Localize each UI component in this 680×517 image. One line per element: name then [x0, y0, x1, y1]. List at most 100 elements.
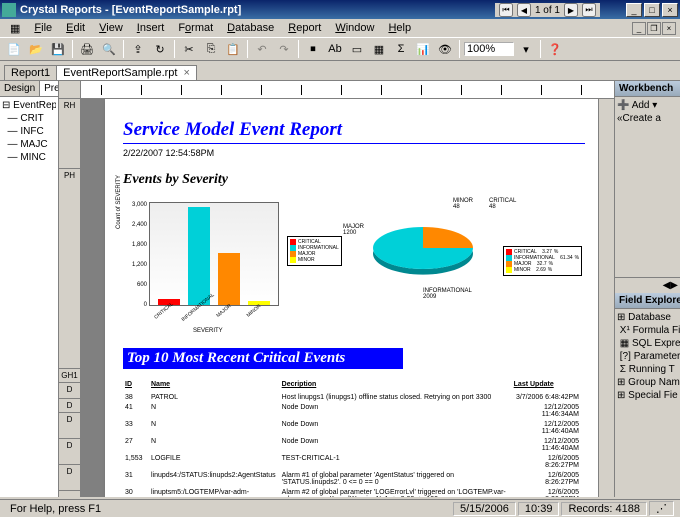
- field-explorer-tree[interactable]: ⊞ Database X¹ Formula Fi ▦ SQL Expre [?]…: [615, 309, 680, 404]
- section-rh[interactable]: RH: [59, 99, 80, 169]
- fe-formula[interactable]: X¹ Formula Fi: [617, 324, 678, 337]
- menu-database[interactable]: Database: [221, 21, 280, 35]
- menu-file[interactable]: File: [28, 21, 58, 35]
- workbench-add[interactable]: ➕ Add ▾: [617, 99, 678, 112]
- status-bar: For Help, press F1 5/15/2006 10:39 Recor…: [0, 499, 680, 517]
- table-row: 33NNode Down12/12/2005 11:46:40AM: [125, 421, 583, 436]
- save-icon[interactable]: 💾: [48, 39, 68, 59]
- vertical-scrollbar[interactable]: [598, 99, 614, 497]
- section-d[interactable]: D: [59, 413, 80, 439]
- copy-icon[interactable]: ⎘: [201, 39, 221, 59]
- status-resize-grip[interactable]: ⋰: [649, 501, 674, 516]
- cut-icon[interactable]: ✂: [179, 39, 199, 59]
- paste-icon[interactable]: 📋: [223, 39, 243, 59]
- section-d[interactable]: D: [59, 439, 80, 465]
- print-icon[interactable]: 🖨: [77, 39, 97, 59]
- cell-name: PATROL: [151, 394, 280, 402]
- help-icon[interactable]: ❓: [545, 39, 565, 59]
- insert-text-icon[interactable]: Ab: [325, 39, 345, 59]
- section-gh1[interactable]: GH1: [59, 369, 80, 383]
- mdi-restore[interactable]: ❐: [647, 22, 661, 35]
- cell-upd: 12/12/2005 11:46:40AM: [514, 438, 583, 453]
- bar-y-axis-label: Count of SEVERITY: [116, 175, 122, 229]
- tab-report1[interactable]: Report1: [4, 65, 57, 80]
- preview-icon[interactable]: 🔍: [99, 39, 119, 59]
- fe-group[interactable]: ⊞ Group Nam: [617, 376, 678, 389]
- find-icon[interactable]: 👁: [435, 39, 455, 59]
- refresh-icon[interactable]: ↻: [150, 39, 170, 59]
- menu-edit[interactable]: Edit: [60, 21, 91, 35]
- bar-x-axis-label: SEVERITY: [193, 328, 223, 334]
- status-date: 5/15/2006: [453, 502, 516, 516]
- scroll-left-icon[interactable]: ◀: [663, 280, 671, 291]
- export-icon[interactable]: ⇪: [128, 39, 148, 59]
- table-row: 30linuptsm5:/LOGTEMP/var-adm-messages-me…: [125, 489, 583, 497]
- close-tab-icon[interactable]: ×: [183, 67, 189, 79]
- scroll-right-icon[interactable]: ▶: [670, 280, 678, 291]
- tree-item[interactable]: — CRIT: [2, 112, 56, 125]
- fe-parameter[interactable]: [?] Parameter: [617, 350, 678, 363]
- cell-desc: Node Down: [282, 438, 512, 453]
- window-controls: _ □ ×: [626, 3, 678, 17]
- insert-chart-icon[interactable]: 📊: [413, 39, 433, 59]
- section-d[interactable]: D: [59, 383, 80, 399]
- first-page-button[interactable]: ⏮: [499, 3, 513, 17]
- cell-id: 27: [125, 438, 149, 453]
- cell-id: 33: [125, 421, 149, 436]
- insert-group-icon[interactable]: ▦: [369, 39, 389, 59]
- minimize-button[interactable]: _: [626, 3, 642, 17]
- bar-y-ticks: 3,0002,4001,8001,2006000: [123, 202, 147, 306]
- cell-upd: 12/12/2005 11:46:34AM: [514, 404, 583, 419]
- new-icon[interactable]: 📄: [4, 39, 24, 59]
- menu-help[interactable]: Help: [382, 21, 417, 35]
- page-navigator: ⏮ ◀ 1 of 1 ▶ ⏭: [495, 3, 600, 17]
- menu-format[interactable]: Format: [172, 21, 219, 35]
- workbench-create[interactable]: «Create a: [617, 112, 678, 125]
- fe-database[interactable]: ⊞ Database: [617, 311, 678, 324]
- menu-insert[interactable]: Insert: [131, 21, 171, 35]
- table-row: 41NNode Down12/12/2005 11:46:34AM: [125, 404, 583, 419]
- pie-body: [373, 227, 473, 269]
- table-row: 1,553LOGFILETEST-CRITICAL-112/6/2005 8:2…: [125, 455, 583, 470]
- maximize-button[interactable]: □: [644, 3, 660, 17]
- horizontal-ruler: [59, 81, 614, 99]
- page-canvas[interactable]: Service Model Event Report 2/22/2007 12:…: [81, 99, 598, 497]
- tree-item[interactable]: — INFC: [2, 125, 56, 138]
- tree-item[interactable]: — MAJC: [2, 138, 56, 151]
- mdi-close[interactable]: ×: [662, 22, 676, 35]
- bar-legend: CRITICAL INFORMATIONAL MAJOR MINOR: [287, 236, 342, 266]
- cell-desc: Host linupgs1 (linupgs1) offline status …: [282, 394, 512, 402]
- table-row: 31linupds4:/STATUS:linupds2:AgentStatusA…: [125, 472, 583, 487]
- fe-running[interactable]: Σ Running T: [617, 363, 678, 376]
- menu-view[interactable]: View: [93, 21, 129, 35]
- tree-root[interactable]: ⊟ EventRep: [2, 99, 56, 112]
- stop-icon[interactable]: ⏹: [303, 39, 323, 59]
- menu-window[interactable]: Window: [329, 21, 380, 35]
- cell-name: LOGFILE: [151, 455, 280, 470]
- zoom-combo[interactable]: [464, 42, 514, 56]
- section-d[interactable]: D: [59, 465, 80, 491]
- insert-field-icon[interactable]: ▭: [347, 39, 367, 59]
- zoom-dropdown-icon[interactable]: ▾: [516, 39, 536, 59]
- fe-special[interactable]: ⊞ Special Fie: [617, 389, 678, 402]
- close-button[interactable]: ×: [662, 3, 678, 17]
- pie-chart: MINOR48 CRITICAL48 MAJOR1200 INFORMATION…: [343, 196, 563, 336]
- fe-sql[interactable]: ▦ SQL Expre: [617, 337, 678, 350]
- mdi-minimize[interactable]: _: [632, 22, 646, 35]
- menu-report[interactable]: Report: [282, 21, 327, 35]
- last-page-button[interactable]: ⏭: [582, 3, 596, 17]
- section-d[interactable]: D: [59, 399, 80, 413]
- design-tab[interactable]: Design: [0, 81, 40, 96]
- tab-eventreportsample[interactable]: EventReportSample.rpt×: [56, 65, 197, 80]
- group-tree[interactable]: ⊟ EventRep — CRIT — INFC — MAJC — MINC: [0, 97, 58, 166]
- preview-tab[interactable]: Preview: [40, 81, 59, 96]
- cell-id: 31: [125, 472, 149, 487]
- undo-disabled-icon: ↶: [252, 39, 272, 59]
- prev-page-button[interactable]: ◀: [517, 3, 531, 17]
- next-page-button[interactable]: ▶: [564, 3, 578, 17]
- tree-item[interactable]: — MINC: [2, 151, 56, 164]
- open-icon[interactable]: 📂: [26, 39, 46, 59]
- insert-summary-icon[interactable]: Σ: [391, 39, 411, 59]
- app-menu-icon[interactable]: ▦: [4, 21, 26, 36]
- section-ph[interactable]: PH: [59, 169, 80, 369]
